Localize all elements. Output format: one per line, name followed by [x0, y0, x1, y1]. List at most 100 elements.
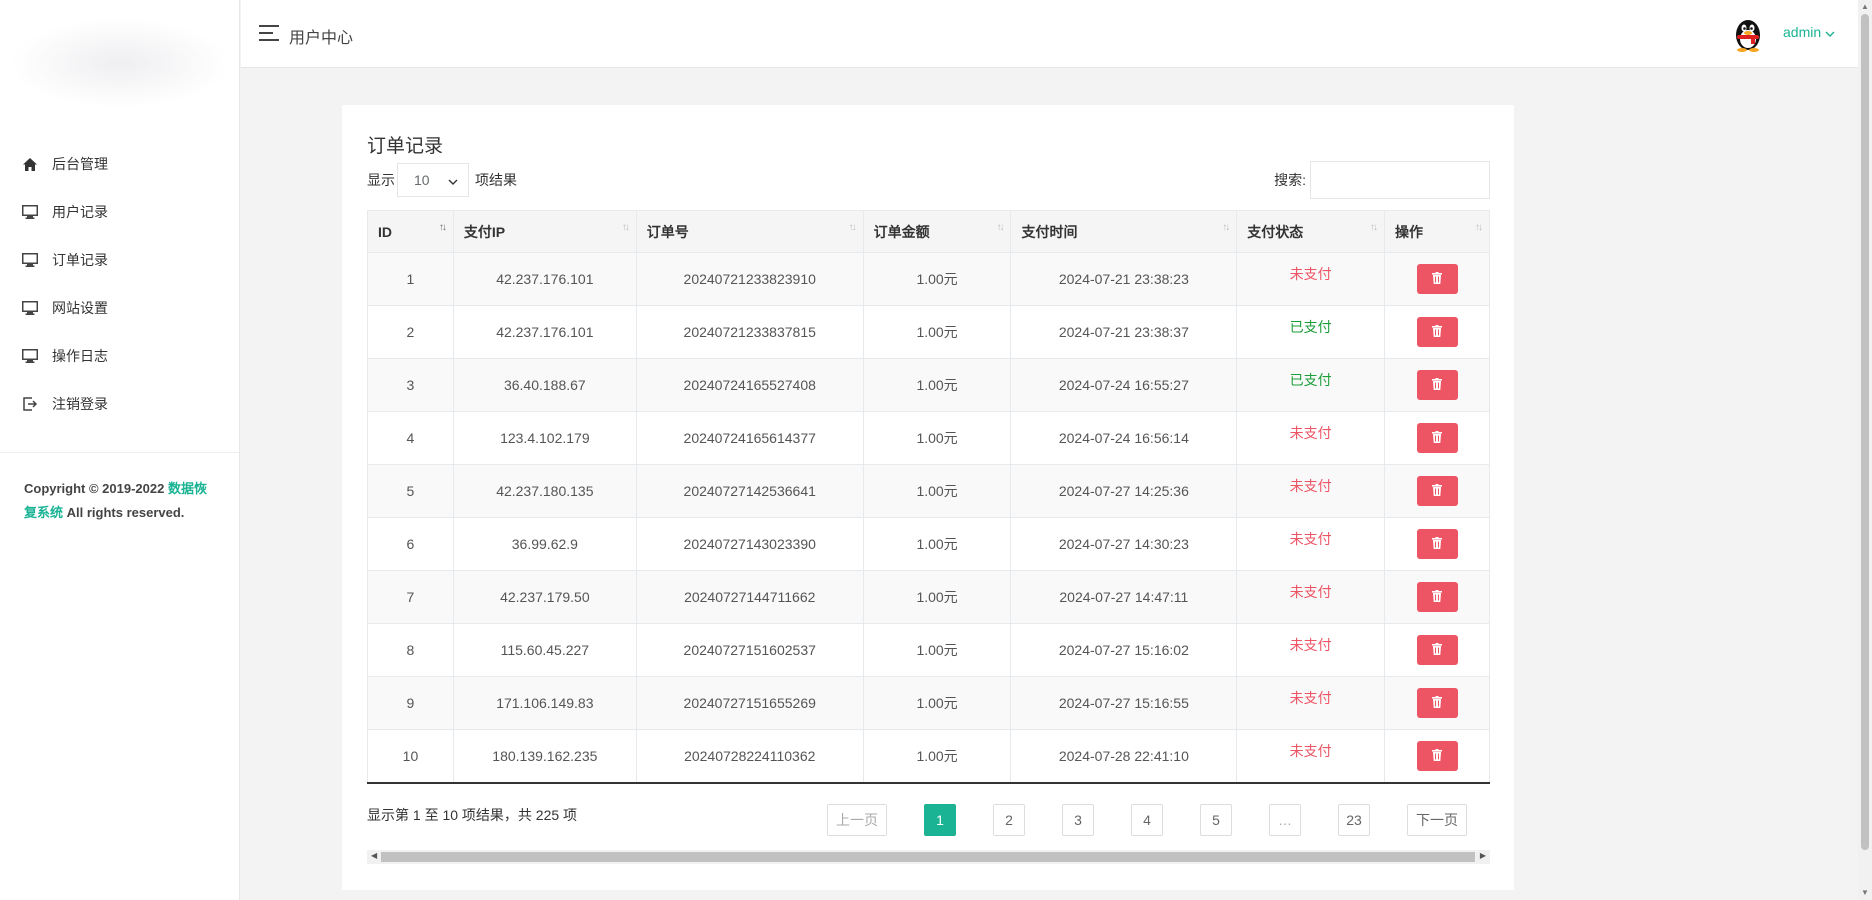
table-row: 8 115.60.45.227 20240727151602537 1.00元 2024…	[367, 623, 1490, 677]
cell-order-no: 20240724165614377	[636, 411, 864, 465]
cell-actions	[1384, 358, 1490, 412]
sidebar-item-label: 用户记录	[52, 204, 108, 220]
sidebar-item-logs[interactable]: 操作日志	[0, 332, 239, 380]
scroll-right-icon[interactable]: ▶	[1480, 851, 1486, 860]
page-button-5[interactable]: 5	[1200, 804, 1232, 836]
sidebar-item-orders[interactable]: 订单记录	[0, 236, 239, 284]
table-row: 6 36.99.62.9 20240727143023390 1.00元 2024-07…	[367, 517, 1490, 571]
table-row: 2 42.237.176.101 20240721233837815 1.00元 202…	[367, 305, 1490, 359]
cell-id: 8	[367, 623, 454, 677]
chevron-down-icon	[1825, 24, 1835, 40]
cell-amount: 1.00元	[863, 411, 1012, 465]
top-header: 用户中心 admin	[241, 0, 1858, 68]
search-control: 搜索:	[1274, 161, 1490, 199]
page-button-2[interactable]: 2	[993, 804, 1025, 836]
table-row: 1 42.237.176.101 20240721233823910 1.00元 202…	[367, 252, 1490, 306]
table-scrollbar[interactable]: ◀ ▶	[367, 850, 1490, 864]
trash-icon	[1432, 695, 1443, 711]
delete-button[interactable]	[1416, 688, 1458, 718]
orders-card: 订单记录 显示 10 项结果 搜索: ID ↑↓ 支付IP ↑↓ 订单号 ↑↓ 订单金…	[342, 105, 1514, 890]
page-scrollbar[interactable]: ▲ ▼	[1858, 0, 1872, 900]
logo-area	[0, 0, 239, 120]
table-info: 显示第 1 至 10 项结果，共 225 项	[367, 807, 578, 823]
cell-ip: 180.139.162.235	[453, 729, 637, 784]
cell-actions	[1384, 623, 1490, 677]
cell-status: 未支付	[1236, 411, 1386, 465]
avatar[interactable]	[1731, 16, 1765, 52]
delete-button[interactable]	[1416, 264, 1458, 294]
scroll-left-icon[interactable]: ◀	[371, 851, 377, 860]
cell-ip: 42.237.176.101	[453, 305, 637, 359]
menu-toggle-icon[interactable]	[259, 25, 279, 41]
cell-actions	[1384, 729, 1490, 784]
scrollbar-thumb[interactable]	[381, 852, 1475, 862]
sidebar-item-users[interactable]: 用户记录	[0, 188, 239, 236]
delete-button[interactable]	[1416, 476, 1458, 506]
cell-amount: 1.00元	[863, 464, 1012, 518]
delete-button[interactable]	[1416, 582, 1458, 612]
cell-ip: 42.237.176.101	[453, 252, 637, 306]
cell-actions	[1384, 464, 1490, 518]
page-button-1[interactable]: 1	[924, 804, 956, 836]
trash-icon	[1432, 589, 1443, 605]
sidebar-item-site-settings[interactable]: 网站设置	[0, 284, 239, 332]
page-length-select[interactable]: 10	[397, 163, 469, 197]
sort-icon: ↑↓	[848, 222, 857, 233]
cell-id: 2	[367, 305, 454, 359]
cell-ip: 42.237.179.50	[453, 570, 637, 624]
sidebar-item-label: 网站设置	[52, 300, 108, 316]
sort-icon: ↑↓	[1370, 222, 1378, 233]
column-header-ip[interactable]: 支付IP ↑↓	[453, 210, 637, 253]
cell-time: 2024-07-27 15:16:55	[1010, 676, 1238, 730]
cell-actions	[1384, 517, 1490, 571]
delete-button[interactable]	[1416, 529, 1458, 559]
page-ellipsis: …	[1269, 804, 1301, 836]
sidebar-item-label: 后台管理	[52, 156, 108, 172]
cell-time: 2024-07-24 16:55:27	[1010, 358, 1238, 412]
cell-order-no: 20240727151655269	[636, 676, 864, 730]
cell-amount: 1.00元	[863, 305, 1012, 359]
scroll-down-icon[interactable]: ▼	[1861, 888, 1869, 898]
sort-icon: ↑↓	[1222, 222, 1230, 233]
delete-button[interactable]	[1416, 370, 1458, 400]
scroll-up-icon[interactable]: ▲	[1861, 2, 1869, 12]
cell-id: 3	[367, 358, 454, 412]
cell-amount: 1.00元	[863, 570, 1012, 624]
status-badge: 未支付	[1289, 637, 1332, 653]
sidebar-item-logout[interactable]: 注销登录	[0, 380, 239, 428]
status-badge: 未支付	[1289, 584, 1332, 600]
page-length-control: 显示 10 项结果	[367, 163, 517, 197]
page-button-23[interactable]: 23	[1338, 804, 1370, 836]
next-page-button[interactable]: 下一页	[1407, 804, 1467, 836]
column-header-amount[interactable]: 订单金额 ↑↓	[863, 210, 1012, 253]
sidebar-item-dashboard[interactable]: 后台管理	[0, 140, 239, 188]
length-suffix: 项结果	[475, 172, 517, 188]
column-label: 支付时间	[1021, 223, 1078, 240]
page-button-3[interactable]: 3	[1062, 804, 1094, 836]
prev-page-button[interactable]: 上一页	[827, 804, 887, 836]
monitor-icon	[22, 252, 38, 268]
page-button-4[interactable]: 4	[1131, 804, 1163, 836]
column-header-time[interactable]: 支付时间 ↑↓	[1010, 210, 1238, 253]
cell-ip: 42.237.180.135	[453, 464, 637, 518]
delete-button[interactable]	[1416, 317, 1458, 347]
cell-id: 7	[367, 570, 454, 624]
sort-icon: ↑↓	[1475, 222, 1483, 233]
cell-amount: 1.00元	[863, 358, 1012, 412]
delete-button[interactable]	[1416, 423, 1458, 453]
table-header-row: ID ↑↓ 支付IP ↑↓ 订单号 ↑↓ 订单金额 ↑↓ 支付时间 ↑↓ 支付状态 ↑↓ 操…	[367, 210, 1490, 253]
scrollbar-thumb[interactable]	[1861, 14, 1869, 850]
column-header-id[interactable]: ID ↑↓	[367, 210, 454, 253]
delete-button[interactable]	[1416, 635, 1458, 665]
user-menu[interactable]: admin	[1783, 24, 1835, 40]
cell-time: 2024-07-28 22:41:10	[1010, 729, 1238, 784]
search-input[interactable]	[1310, 161, 1490, 199]
column-header-status[interactable]: 支付状态 ↑↓	[1236, 210, 1386, 253]
cell-status: 未支付	[1236, 517, 1386, 571]
cell-time: 2024-07-21 23:38:37	[1010, 305, 1238, 359]
column-header-order-no[interactable]: 订单号 ↑↓	[636, 210, 864, 253]
column-header-actions[interactable]: 操作 ↑↓	[1384, 210, 1490, 253]
table-row: 5 42.237.180.135 20240727142536641 1.00元 202…	[367, 464, 1490, 518]
delete-button[interactable]	[1416, 740, 1458, 771]
sidebar-item-label: 订单记录	[52, 252, 108, 268]
